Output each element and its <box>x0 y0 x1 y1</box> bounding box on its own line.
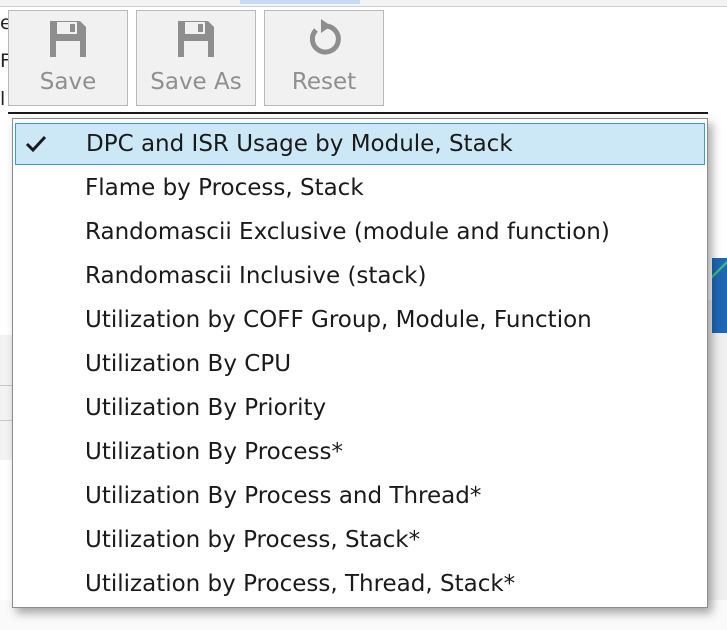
reset-label: Reset <box>291 69 357 95</box>
view-preset-dropdown: DPC and ISR Usage by Module, Stack Flame… <box>12 118 708 608</box>
background-side-panel <box>706 300 727 600</box>
save-label: Save <box>39 69 97 95</box>
menu-item-label: Flame by Process, Stack <box>85 175 364 201</box>
profile-toolbar: Save Save As Reset <box>8 10 384 108</box>
reset-button[interactable]: Reset <box>264 10 384 106</box>
app-highlight-strip <box>240 0 360 4</box>
menu-item[interactable]: Utilization by Process, Thread, Stack* <box>15 563 705 605</box>
menu-item[interactable]: Utilization by Process, Stack* <box>15 519 705 561</box>
menu-item-label: Randomascii Inclusive (stack) <box>85 263 427 289</box>
reset-arrow-icon <box>303 17 345 61</box>
menu-item-label: Utilization by Process, Stack* <box>85 527 421 553</box>
background-graph-line <box>712 255 727 285</box>
menu-item[interactable]: Randomascii Exclusive (module and functi… <box>15 211 705 253</box>
menu-item[interactable]: Utilization By Priority <box>15 387 705 429</box>
menu-item[interactable]: Utilization by COFF Group, Module, Funct… <box>15 299 705 341</box>
floppy-disk-icon <box>47 17 89 61</box>
menu-item-label: Utilization By Process* <box>85 439 344 465</box>
save-as-label: Save As <box>150 69 242 95</box>
app-top-strip <box>0 0 727 7</box>
menu-item-label: Randomascii Exclusive (module and functi… <box>85 219 610 245</box>
menu-item[interactable]: Utilization By Process and Thread* <box>15 475 705 517</box>
checkmark-icon <box>16 135 56 153</box>
menu-item[interactable]: Randomascii Inclusive (stack) <box>15 255 705 297</box>
floppy-disk-icon <box>175 17 217 61</box>
toolbar-separator <box>8 112 708 114</box>
menu-item-label: Utilization by Process, Thread, Stack* <box>85 571 516 597</box>
menu-item[interactable]: Flame by Process, Stack <box>15 167 705 209</box>
menu-item[interactable]: Utilization By CPU <box>15 343 705 385</box>
menu-item-label: Utilization By Priority <box>85 395 327 421</box>
menu-item[interactable]: Utilization By Process* <box>15 431 705 473</box>
menu-item-label: Utilization by COFF Group, Module, Funct… <box>85 307 592 333</box>
menu-item-label: Utilization By CPU <box>85 351 292 377</box>
background-text-fragment: l <box>0 88 6 110</box>
save-as-button[interactable]: Save As <box>136 10 256 106</box>
menu-item-label: Utilization By Process and Thread* <box>85 483 482 509</box>
save-button[interactable]: Save <box>8 10 128 106</box>
menu-item-label: DPC and ISR Usage by Module, Stack <box>86 131 513 157</box>
menu-item[interactable]: DPC and ISR Usage by Module, Stack <box>15 123 705 165</box>
